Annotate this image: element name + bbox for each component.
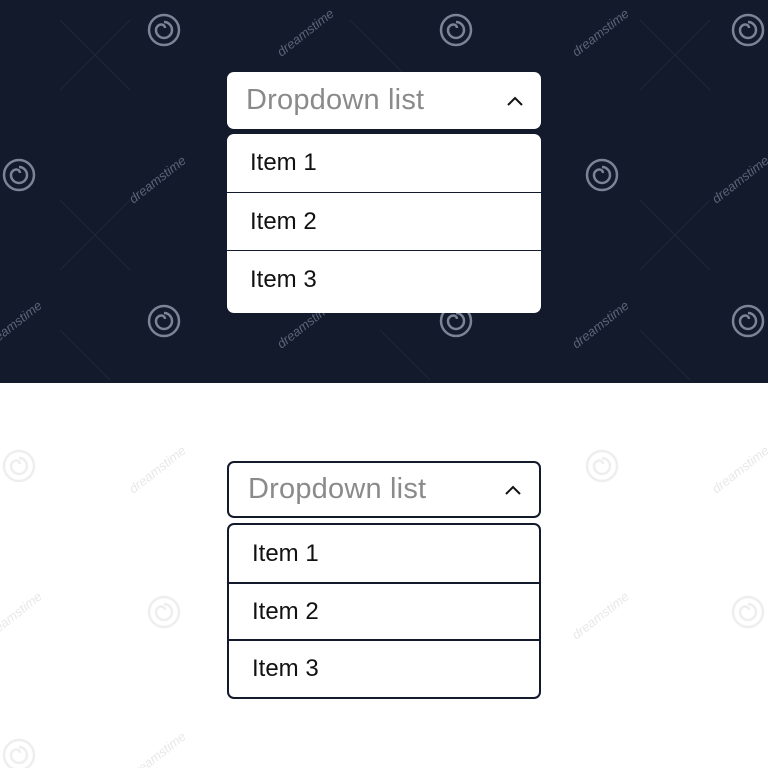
light-variant-panel: dreamstime dreamstime dreamstime dreamst… xyxy=(0,383,768,768)
dropdown-item-2[interactable]: Item 2 xyxy=(229,582,539,639)
watermark-logo-icon xyxy=(439,13,473,47)
watermark-logo-icon xyxy=(731,595,765,629)
watermark-logo-icon xyxy=(731,304,765,338)
dropdown-item-3[interactable]: Item 3 xyxy=(227,250,541,308)
watermark-logo-icon xyxy=(731,13,765,47)
chevron-up-icon[interactable] xyxy=(505,94,525,108)
dropdown-menu: Item 1 Item 2 Item 3 xyxy=(227,134,541,313)
dropdown-item-3[interactable]: Item 3 xyxy=(229,639,539,696)
dropdown-item-1[interactable]: Item 1 xyxy=(229,525,539,582)
watermark-text: dreamstime xyxy=(706,433,768,498)
watermark-logo-icon xyxy=(2,738,36,768)
svg-text:dreamstime: dreamstime xyxy=(569,589,632,643)
watermark-logo-icon xyxy=(585,158,619,192)
svg-text:dreamstime: dreamstime xyxy=(126,443,189,497)
dropdown-toggle[interactable]: Dropdown list xyxy=(227,461,541,518)
watermark-text: dreamstime xyxy=(566,579,641,644)
dropdown-label: Dropdown list xyxy=(248,473,427,505)
page: dreamstime dreamstime dreamstime dreamst… xyxy=(0,0,768,768)
watermark-logo-icon xyxy=(2,158,36,192)
dropdown-label: Dropdown list xyxy=(246,84,425,116)
dropdown-menu: Item 1 Item 2 Item 3 xyxy=(227,523,541,699)
svg-text:dreamstime: dreamstime xyxy=(0,589,45,643)
dropdown-light: Dropdown list Item 1 Item 2 Item 3 xyxy=(227,461,541,699)
watermark-text: dreamstime xyxy=(123,719,198,768)
watermark-logo-icon xyxy=(585,449,619,483)
watermark-text: dreamstime xyxy=(0,579,55,644)
watermark-logo-icon xyxy=(147,595,181,629)
watermark-logo-icon xyxy=(2,449,36,483)
svg-text:dreamstime: dreamstime xyxy=(126,729,189,768)
chevron-up-icon[interactable] xyxy=(503,483,523,497)
watermark-logo-icon xyxy=(147,13,181,47)
dropdown-item-1[interactable]: Item 1 xyxy=(227,134,541,192)
dark-variant-panel: dreamstime dreamstime dreamstime dreamst… xyxy=(0,0,768,383)
svg-text:dreamstime: dreamstime xyxy=(709,443,768,497)
dropdown-toggle[interactable]: Dropdown list xyxy=(227,72,541,129)
dropdown-dark: Dropdown list Item 1 Item 2 Item 3 xyxy=(227,72,541,313)
watermark-logo-icon xyxy=(147,304,181,338)
dropdown-item-2[interactable]: Item 2 xyxy=(227,192,541,250)
watermark-text: dreamstime xyxy=(123,433,198,498)
